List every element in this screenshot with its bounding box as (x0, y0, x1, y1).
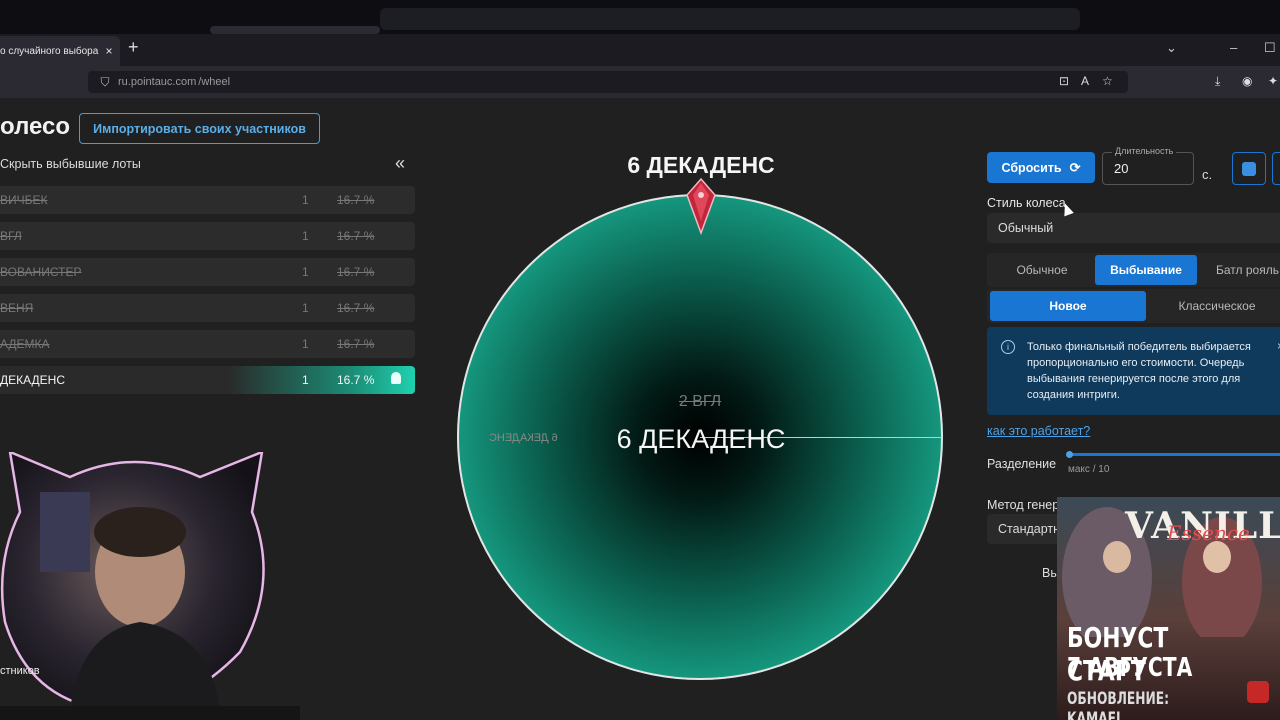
lot-amount: 1 (302, 373, 309, 387)
browser-tab-active[interactable]: о случайного выбора – P × (0, 36, 120, 66)
wheel-style-select[interactable]: Обычный (987, 213, 1280, 243)
ad-update: ОБНОВЛЕНИЕ: KAMAEL (1067, 689, 1169, 720)
info-alert: i Только финальный победитель выбирается… (987, 327, 1280, 415)
tab-mode-battle-royale[interactable]: Батл рояль (1201, 255, 1280, 285)
browser-tabbar: о случайного выбора – P × (0, 34, 1280, 66)
ad-badge-icon (1247, 681, 1269, 703)
lot-name: ВОВАНИСТЕР (0, 265, 82, 279)
tab-mode-elimination[interactable]: Выбывание (1095, 255, 1197, 285)
reset-button-label: Сбросить (1001, 160, 1062, 175)
wheel-style-label: Стиль колеса (987, 196, 1066, 210)
how-it-works-link[interactable]: как это работает? (987, 424, 1090, 438)
lot-percent: 16.7 % (337, 301, 375, 315)
lightbulb-icon[interactable] (391, 372, 401, 384)
lot-amount: 1 (302, 193, 309, 207)
wheel-center-label: 6 ДЕКАДЕНС (616, 424, 786, 454)
split-slider-thumb[interactable] (1066, 451, 1073, 458)
lot-amount: 1 (302, 337, 309, 351)
reset-button[interactable]: Сбросить ⟳ (987, 152, 1095, 183)
import-participants-button[interactable]: Импортировать своих участников (79, 113, 320, 144)
dice-icon (1242, 161, 1256, 176)
tab-close-icon[interactable]: × (100, 44, 118, 58)
lot-percent: 16.7 % (337, 265, 375, 279)
info-icon: i (1001, 340, 1015, 354)
random-dice-button[interactable] (1232, 152, 1266, 185)
ad-date: 7 АВГУСТА (1067, 653, 1193, 683)
blurred-bottom-bar (0, 706, 300, 720)
extra-button[interactable] (1272, 152, 1280, 185)
lot-name: ВГЛ (0, 229, 22, 243)
lot-amount: 1 (302, 265, 309, 279)
lot-percent: 16.7 % (337, 337, 375, 351)
lot-row[interactable]: ВОВАНИСТЕР 1 16.7 % (0, 258, 415, 286)
wheel-pointer-icon (686, 177, 716, 235)
maximize-icon[interactable]: ☐ (1264, 40, 1276, 56)
tab-variant-classic[interactable]: Классическое (1150, 291, 1280, 321)
lot-row[interactable]: ВЕНЯ 1 16.7 % (0, 294, 415, 322)
page-title: олесо (0, 113, 71, 140)
method-value: Стандартн (998, 522, 1061, 536)
shield-icon[interactable]: ⛉ (94, 75, 116, 90)
hide-eliminated-toggle[interactable]: Скрыть выбывшие лоты (0, 157, 141, 171)
ad-banner[interactable]: VANILLA Essence БОНУСТ СТАРТ 7 АВГУСТА О… (1057, 497, 1280, 720)
lot-percent: 16.7 % (337, 193, 375, 207)
lot-name: ВЕНЯ (0, 301, 34, 315)
wheel-mirrored-label: 6 ДЕКАДЕНС (489, 432, 558, 444)
method-label: Метод генер (987, 498, 1060, 512)
blurred-tab (210, 26, 380, 34)
new-tab-icon[interactable]: + (128, 37, 139, 58)
lot-row[interactable]: ВИЧБЕК 1 16.7 % (0, 186, 415, 214)
tab-mode-normal[interactable]: Обычное (993, 255, 1091, 285)
tab-list-chevron-icon[interactable]: ⌄ (1166, 40, 1177, 56)
install-app-icon[interactable]: ⊡ (1059, 74, 1069, 88)
os-top-strip (0, 0, 1280, 34)
tab-variant-new[interactable]: Новое (990, 291, 1146, 321)
lot-row[interactable]: ВГЛ 1 16.7 % (0, 222, 415, 250)
collapse-panel-icon[interactable]: « (395, 153, 405, 174)
wheel-style-value: Обычный (998, 221, 1054, 235)
url-host: ru.pointauc.com (118, 76, 197, 88)
tab-title: о случайного выбора – P (0, 45, 100, 57)
minimize-icon[interactable]: – (1230, 40, 1237, 55)
duration-value[interactable]: 20 (1114, 161, 1128, 176)
blurred-window-title (380, 8, 1080, 30)
lot-name: ВИЧБЕК (0, 193, 48, 207)
split-slider[interactable] (1068, 453, 1280, 456)
lot-name: ДЕКАДЕНС (0, 373, 65, 387)
url-path: /wheel (198, 76, 231, 88)
lot-percent: 16.7 % (337, 373, 375, 387)
download-icon[interactable]: ⤓ (1215, 74, 1220, 89)
info-text: Только финальный победитель выбирается п… (1027, 341, 1251, 401)
lot-percent: 16.7 % (337, 229, 375, 243)
duration-label: Длительность (1112, 146, 1177, 156)
refresh-icon: ⟳ (1069, 159, 1081, 175)
lot-name: АДЕМКА (0, 337, 50, 351)
wheel-ghost-label: 2 ВГЛ (678, 393, 722, 410)
lot-amount: 1 (302, 229, 309, 243)
extensions-icon[interactable]: ✦ (1268, 74, 1278, 88)
lot-row-winner[interactable]: ДЕКАДЕНС 1 16.7 % (0, 366, 415, 394)
translate-icon[interactable]: A (1081, 74, 1089, 88)
account-icon[interactable]: ◉ (1242, 74, 1252, 88)
split-slider-hint: макс / 10 (1068, 464, 1110, 475)
duration-unit: с. (1202, 167, 1213, 182)
lot-row[interactable]: АДЕМКА 1 16.7 % (0, 330, 415, 358)
address-bar[interactable]: ⛉ ru.pointauc.com /wheel (88, 71, 1128, 93)
ad-logo-script: Essence (1167, 521, 1250, 545)
cam-caption: стников (0, 665, 40, 677)
split-label: Разделение (987, 457, 1057, 471)
bookmark-star-icon[interactable]: ☆ (1102, 74, 1113, 88)
wheel-winner-title: 6 ДЕКАДЕНС (627, 152, 775, 178)
lot-amount: 1 (302, 301, 309, 315)
webcam-overlay (0, 452, 265, 712)
